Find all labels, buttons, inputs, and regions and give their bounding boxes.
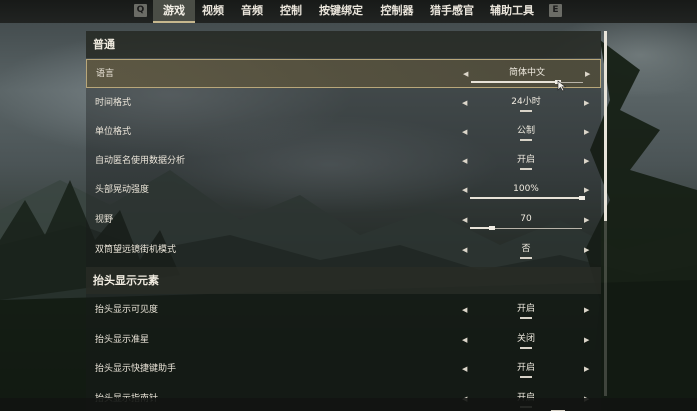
- right-arrow-icon[interactable]: ▶: [585, 60, 590, 89]
- setting-row-hud-shortcut-helper[interactable]: 抬头显示快捷键助手 ◀ 开启 ▶: [86, 355, 601, 384]
- section-title: 抬头显示元素: [93, 274, 159, 287]
- tab-controller[interactable]: 控制器: [377, 0, 417, 21]
- option-indicator: [520, 139, 532, 141]
- option-indicator: [520, 257, 532, 259]
- tab-controls[interactable]: 控制: [276, 0, 306, 21]
- section-title: 普通: [93, 38, 115, 51]
- tab-game[interactable]: 游戏: [153, 0, 195, 23]
- setting-row-hud-visibility[interactable]: 抬头显示可见度 ◀ 开启 ▶: [86, 296, 601, 325]
- left-arrow-icon[interactable]: ◀: [462, 206, 467, 235]
- right-arrow-icon[interactable]: ▶: [584, 326, 589, 355]
- setting-label: 语言: [96, 69, 115, 79]
- tab-accessibility[interactable]: 辅助工具: [487, 0, 537, 21]
- section-header-hud: 抬头显示元素: [86, 267, 601, 294]
- right-arrow-icon[interactable]: ▶: [584, 206, 589, 235]
- mouse-cursor-icon: [557, 80, 567, 92]
- next-tab-key-hint[interactable]: E: [549, 4, 562, 17]
- setting-row-hud-crosshair[interactable]: 抬头显示准星 ◀ 关闭 ▶: [86, 326, 601, 355]
- setting-label: 视野: [95, 215, 114, 225]
- left-arrow-icon[interactable]: ◀: [462, 296, 467, 325]
- option-indicator: [520, 376, 532, 378]
- right-arrow-icon[interactable]: ▶: [584, 176, 589, 205]
- left-arrow-icon[interactable]: ◀: [462, 89, 467, 118]
- right-arrow-icon[interactable]: ▶: [584, 355, 589, 384]
- right-arrow-icon[interactable]: ▶: [584, 147, 589, 176]
- setting-row-anonymous-analytics[interactable]: 自动匿名使用数据分析 ◀ 开启 ▶: [86, 147, 601, 176]
- setting-row-unit-format[interactable]: 单位格式 ◀ 公制 ▶: [86, 118, 601, 147]
- left-arrow-icon[interactable]: ◀: [462, 118, 467, 147]
- setting-row-binocular-arcade[interactable]: 双筒望远镜街机模式 ◀ 否 ▶: [86, 236, 601, 265]
- setting-label: 抬头显示可见度: [95, 305, 159, 315]
- option-indicator: [520, 168, 532, 170]
- setting-row-language[interactable]: 语言 ◀ 简体中文 ▶: [86, 59, 601, 88]
- setting-label: 自动匿名使用数据分析: [95, 156, 186, 166]
- option-indicator: [520, 110, 532, 112]
- option-indicator: [520, 317, 532, 319]
- slider-fill: [471, 81, 558, 83]
- left-arrow-icon[interactable]: ◀: [462, 147, 467, 176]
- tab-audio[interactable]: 音频: [237, 0, 267, 21]
- setting-row-time-format[interactable]: 时间格式 ◀ 24小时 ▶: [86, 89, 601, 118]
- right-arrow-icon[interactable]: ▶: [584, 118, 589, 147]
- slider-knob[interactable]: [579, 196, 585, 200]
- setting-label: 抬头显示准星: [95, 335, 150, 345]
- top-nav-bar: Q 游戏 视频 音频 控制 按键绑定 控制器 猎手感官 辅助工具 E: [0, 0, 697, 23]
- setting-label: 抬头显示快捷键助手: [95, 364, 177, 374]
- setting-label: 头部晃动强度: [95, 185, 150, 195]
- tab-keybindings[interactable]: 按键绑定: [316, 0, 366, 21]
- option-indicator: [520, 347, 532, 349]
- bottom-bar: [0, 398, 697, 411]
- section-header-general: 普通: [86, 31, 601, 58]
- tab-hunter-sense[interactable]: 猎手感官: [427, 0, 477, 21]
- left-arrow-icon[interactable]: ◀: [463, 60, 468, 89]
- settings-panel: 普通 语言 ◀ 简体中文 ▶ 时间格式 ◀ 24小时 ▶ 单位格式 ◀ 公制 ▶…: [86, 31, 601, 411]
- left-arrow-icon[interactable]: ◀: [462, 236, 467, 265]
- left-arrow-icon[interactable]: ◀: [462, 326, 467, 355]
- setting-label: 单位格式: [95, 127, 132, 137]
- right-arrow-icon[interactable]: ▶: [584, 296, 589, 325]
- left-arrow-icon[interactable]: ◀: [462, 355, 467, 384]
- right-arrow-icon[interactable]: ▶: [584, 89, 589, 118]
- left-arrow-icon[interactable]: ◀: [462, 176, 467, 205]
- right-arrow-icon[interactable]: ▶: [584, 236, 589, 265]
- prev-tab-key-hint[interactable]: Q: [134, 4, 147, 17]
- setting-label: 时间格式: [95, 98, 132, 108]
- slider-fill: [470, 197, 582, 199]
- tab-video[interactable]: 视频: [198, 0, 228, 21]
- setting-row-head-bob[interactable]: 头部晃动强度 ◀ 100% ▶: [86, 176, 601, 205]
- setting-row-field-of-view[interactable]: 视野 ◀ 70 ▶: [86, 206, 601, 235]
- scrollbar-thumb[interactable]: [604, 31, 607, 221]
- setting-label: 双筒望远镜街机模式: [95, 245, 177, 255]
- slider-knob[interactable]: [489, 226, 495, 230]
